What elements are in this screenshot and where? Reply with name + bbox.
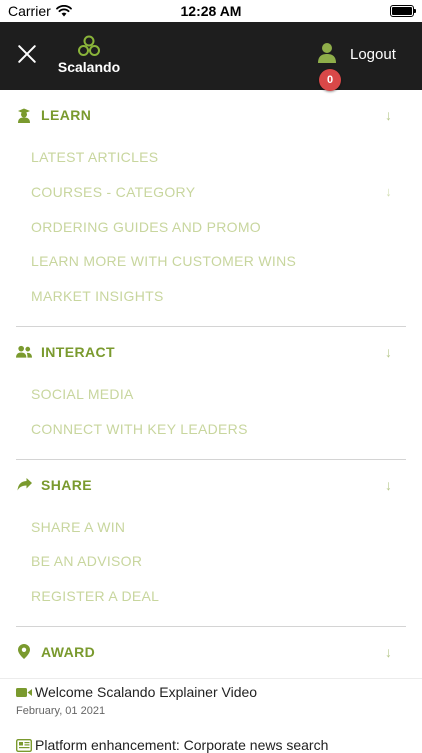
menu-section-interact: INTERACT ↓ SOCIAL MEDIA CONNECT WITH KEY… bbox=[0, 327, 422, 460]
menu-section-learn: LEARN ↓ LATEST ARTICLES COURSES - CATEGO… bbox=[0, 90, 422, 327]
video-icon bbox=[16, 687, 32, 697]
logo-text: Scalando bbox=[57, 59, 121, 75]
menu-section-share: SHARE ↓ SHARE A WIN BE AN ADVISOR REGIST… bbox=[0, 460, 422, 627]
menu-item-be-an-advisor[interactable]: BE AN ADVISOR bbox=[31, 544, 422, 579]
news-title: Welcome Scalando Explainer Video bbox=[35, 684, 258, 700]
section-title: AWARD bbox=[41, 643, 96, 660]
section-title: INTERACT bbox=[41, 343, 115, 360]
section-header-share[interactable]: SHARE ↓ bbox=[0, 460, 422, 510]
menu-item-ordering-guides[interactable]: ORDERING GUIDES AND PROMO bbox=[31, 210, 422, 245]
app-header: Scalando 0 Logout bbox=[0, 22, 422, 91]
menu-item-latest-articles[interactable]: LATEST ARTICLES bbox=[31, 140, 422, 175]
user-profile-icon[interactable] bbox=[317, 42, 337, 64]
arrow-down-icon[interactable]: ↓ bbox=[385, 175, 392, 210]
arrow-down-icon[interactable]: ↓ bbox=[385, 477, 392, 493]
graduate-icon bbox=[16, 107, 32, 123]
location-icon bbox=[16, 644, 32, 660]
users-icon bbox=[16, 344, 32, 360]
arrow-down-icon[interactable]: ↓ bbox=[385, 644, 392, 660]
menu-item-label: COURSES - CATEGORY bbox=[31, 183, 196, 200]
menu-item-courses-category[interactable]: COURSES - CATEGORY ↓ bbox=[31, 175, 422, 210]
news-title: Platform enhancement: Corporate news sea… bbox=[35, 737, 329, 753]
menu-item-customer-wins[interactable]: LEARN MORE WITH CUSTOMER WINS bbox=[31, 244, 422, 279]
section-header-award[interactable]: AWARD ↓ bbox=[0, 627, 422, 677]
arrow-down-icon[interactable]: ↓ bbox=[385, 344, 392, 360]
share-icon bbox=[16, 477, 32, 493]
close-menu-button[interactable] bbox=[16, 43, 38, 65]
news-feed: Welcome Scalando Explainer Video Februar… bbox=[0, 678, 422, 753]
logo-mark-icon bbox=[78, 35, 100, 56]
section-header-interact[interactable]: INTERACT ↓ bbox=[0, 327, 422, 377]
scalando-logo[interactable]: Scalando bbox=[56, 35, 122, 79]
menu-section-award: AWARD ↓ bbox=[0, 627, 422, 677]
news-item[interactable]: Welcome Scalando Explainer Video Februar… bbox=[16, 684, 257, 717]
menu-item-market-insights[interactable]: MARKET INSIGHTS bbox=[31, 279, 422, 314]
section-header-learn[interactable]: LEARN ↓ bbox=[0, 90, 422, 140]
section-title: SHARE bbox=[41, 476, 93, 493]
battery-icon bbox=[390, 5, 416, 17]
menu-item-share-a-win[interactable]: SHARE A WIN bbox=[31, 510, 422, 545]
menu-item-key-leaders[interactable]: CONNECT WITH KEY LEADERS bbox=[31, 412, 422, 447]
news-date: February, 01 2021 bbox=[16, 705, 106, 717]
notification-badge[interactable]: 0 bbox=[319, 69, 341, 91]
clock: 12:28 AM bbox=[180, 3, 242, 19]
status-bar: Carrier 12:28 AM bbox=[0, 0, 422, 22]
news-item[interactable]: Platform enhancement: Corporate news sea… bbox=[16, 737, 328, 753]
menu-item-social-media[interactable]: SOCIAL MEDIA bbox=[31, 377, 422, 412]
menu-item-register-a-deal[interactable]: REGISTER A DEAL bbox=[31, 579, 422, 614]
section-title: LEARN bbox=[41, 107, 92, 123]
arrow-down-icon[interactable]: ↓ bbox=[385, 107, 392, 123]
logout-button[interactable]: Logout bbox=[350, 46, 396, 63]
side-menu: LEARN ↓ LATEST ARTICLES COURSES - CATEGO… bbox=[0, 90, 422, 678]
